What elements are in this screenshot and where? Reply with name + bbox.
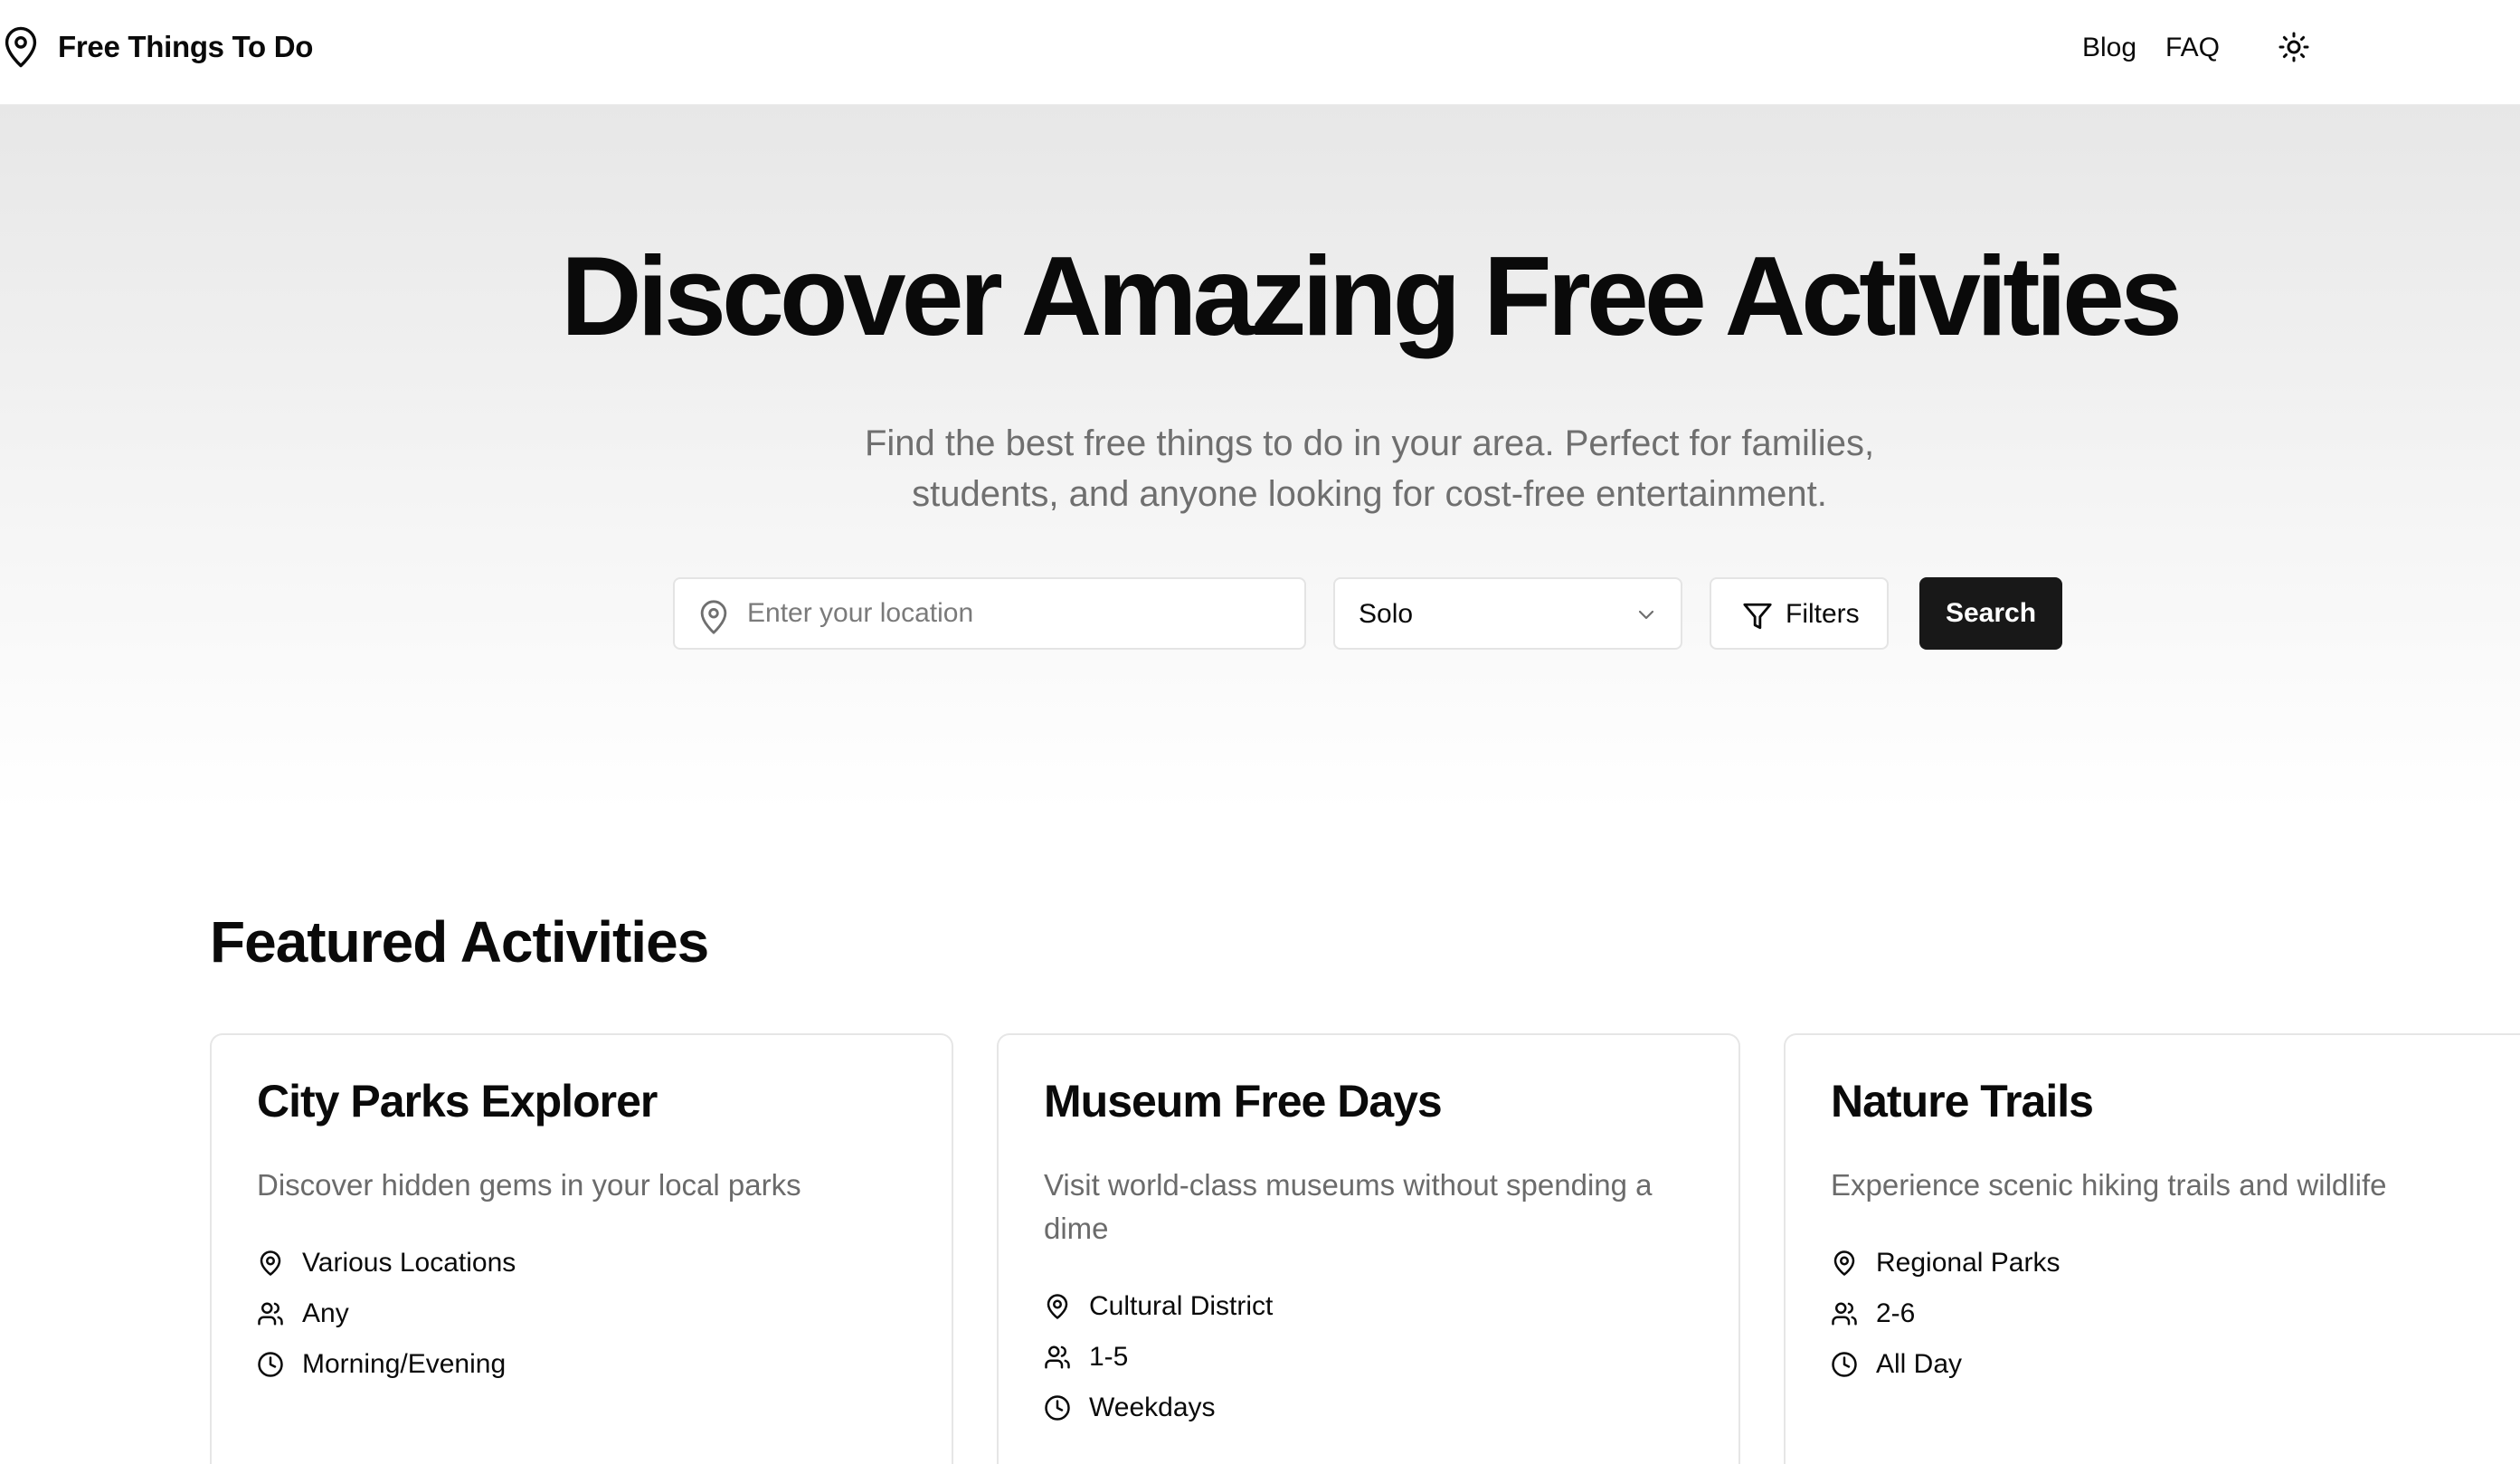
users-icon	[258, 1302, 283, 1326]
card-group: Any	[302, 1298, 349, 1328]
filter-icon	[1743, 603, 1772, 630]
brand-link[interactable]: Free Things To Do	[2, 25, 313, 69]
filters-button[interactable]: Filters	[1710, 577, 1889, 650]
clock-icon	[1045, 1395, 1070, 1421]
card-group-row: 1-5	[1044, 1332, 1273, 1383]
card-location-row: Cultural District	[1044, 1281, 1273, 1332]
card-location: Cultural District	[1089, 1291, 1274, 1321]
clock-icon	[258, 1352, 283, 1377]
top-nav: Blog FAQ	[2082, 25, 2520, 69]
nav-blog-link[interactable]: Blog	[2082, 33, 2136, 63]
card-time: Morning/Evening	[302, 1349, 507, 1379]
clock-icon	[1832, 1352, 1857, 1377]
card-time-row: All Day	[1831, 1339, 2060, 1390]
group-size-value: Solo	[1359, 599, 1414, 629]
search-bar: Solo Filters Search	[673, 577, 2066, 650]
filters-label: Filters	[1786, 599, 1860, 629]
users-icon	[1832, 1302, 1857, 1326]
card-description: Visit world-class museums without spendi…	[1044, 1168, 1653, 1245]
activity-card[interactable]: Museum Free Days Visit world-class museu…	[997, 1033, 1740, 1464]
nav-faq-link[interactable]: FAQ	[2165, 33, 2220, 63]
card-location-row: Regional Parks	[1831, 1238, 2060, 1288]
hero-title: Discover Amazing Free Activities	[561, 234, 2183, 359]
card-description: Experience scenic hiking trails and wild…	[1831, 1168, 2387, 1202]
card-time-row: Weekdays	[1044, 1383, 1273, 1433]
card-group: 2-6	[1876, 1298, 1916, 1328]
hero-section: Discover Amazing Free Activities Find th…	[0, 105, 2520, 811]
map-pin-icon	[5, 26, 37, 68]
card-title: Museum Free Days	[1044, 1076, 1443, 1127]
card-time: Weekdays	[1089, 1393, 1216, 1422]
hero-subtitle-line-1: Find the best free things to do in your …	[864, 423, 1875, 463]
card-group-row: Any	[257, 1288, 516, 1339]
card-group: 1-5	[1089, 1342, 1129, 1372]
card-meta: Cultural District 1-5 Weekdays	[1044, 1281, 1273, 1433]
brand-name: Free Things To Do	[58, 30, 314, 63]
card-location-row: Various Locations	[257, 1238, 516, 1288]
card-meta: Regional Parks 2-6 All Day	[1831, 1238, 2060, 1390]
card-time: All Day	[1876, 1349, 1963, 1379]
map-pin-icon	[700, 600, 727, 634]
hero-subtitle: Find the best free things to do in your …	[796, 418, 1943, 519]
users-icon	[1045, 1345, 1070, 1369]
card-location: Regional Parks	[1876, 1248, 2061, 1278]
hero-subtitle-line-2: students, and anyone looking for cost-fr…	[912, 474, 1827, 514]
activity-card[interactable]: Nature Trails Experience scenic hiking t…	[1784, 1033, 2520, 1464]
sun-icon	[2278, 32, 2309, 62]
group-size-select[interactable]: Solo	[1333, 577, 1682, 650]
card-time-row: Morning/Evening	[257, 1339, 516, 1390]
map-pin-icon	[1047, 1294, 1068, 1319]
activity-card[interactable]: City Parks Explorer Discover hidden gems…	[210, 1033, 953, 1464]
card-location: Various Locations	[302, 1248, 516, 1278]
map-pin-icon	[1833, 1250, 1855, 1276]
card-title: Nature Trails	[1831, 1076, 2094, 1127]
theme-toggle-button[interactable]	[2274, 27, 2314, 67]
card-description: Discover hidden gems in your local parks	[257, 1168, 801, 1202]
featured-title: Featured Activities	[210, 909, 709, 974]
map-pin-icon	[260, 1250, 281, 1276]
site-header: Free Things To Do Blog FAQ	[0, 0, 2520, 105]
location-input[interactable]	[747, 579, 1290, 648]
card-title: City Parks Explorer	[257, 1076, 658, 1127]
card-group-row: 2-6	[1831, 1288, 2060, 1339]
card-meta: Various Locations Any Morning/Evening	[257, 1238, 516, 1390]
search-button[interactable]: Search	[1919, 577, 2062, 650]
location-field[interactable]	[673, 577, 1306, 650]
chevron-down-icon	[1638, 610, 1654, 620]
